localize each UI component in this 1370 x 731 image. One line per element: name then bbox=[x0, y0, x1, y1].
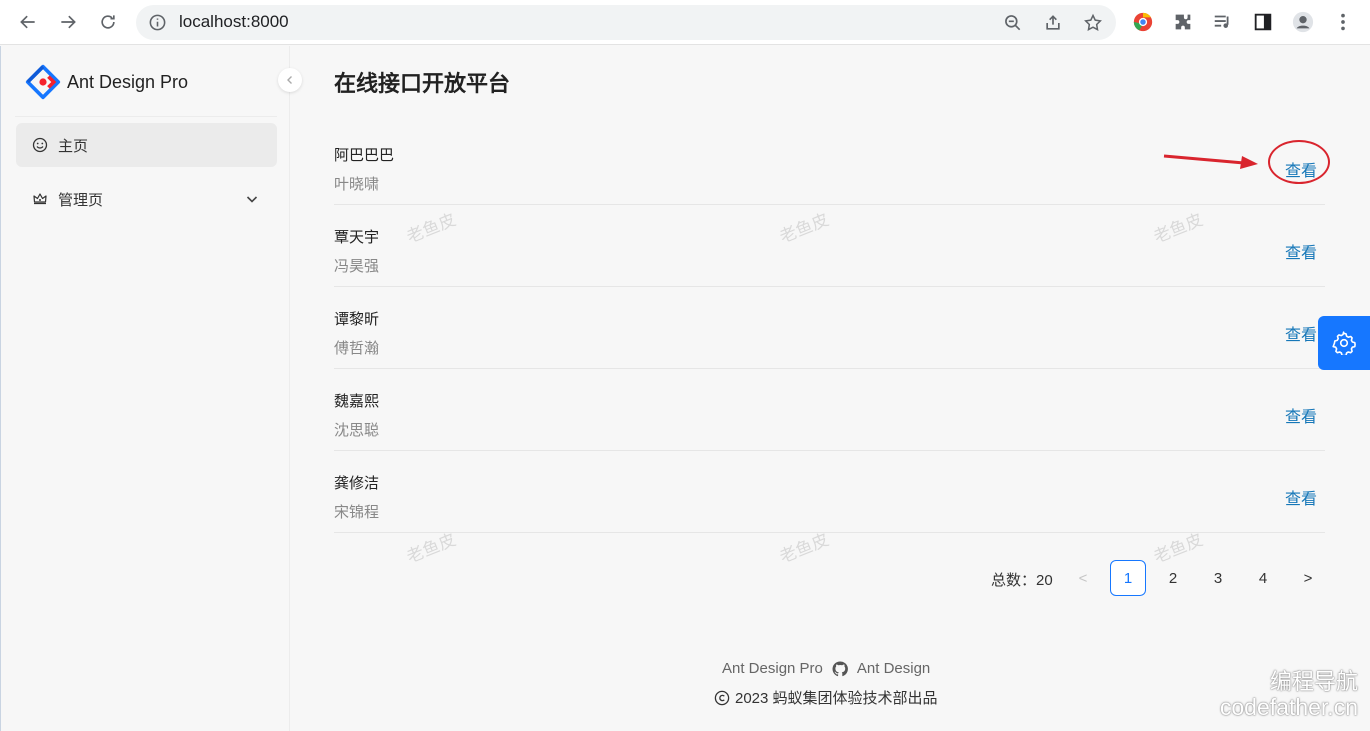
view-link[interactable]: 查看 bbox=[1285, 485, 1317, 509]
pagination-page-3[interactable]: 3 bbox=[1200, 560, 1236, 596]
copyright-text: 2023 蚂蚁集团体验技术部出品 bbox=[735, 690, 938, 707]
chrome-extension-icon[interactable] bbox=[1132, 11, 1154, 33]
list-item-title: 魏嘉熙 bbox=[334, 393, 380, 410]
info-icon[interactable] bbox=[148, 13, 167, 32]
sidebar-item-label: 管理页 bbox=[58, 191, 104, 209]
collapse-sidebar-button[interactable] bbox=[278, 68, 302, 92]
menu-dots-icon[interactable] bbox=[1332, 11, 1354, 33]
pagination-next[interactable]: > bbox=[1290, 560, 1326, 596]
puzzle-icon[interactable] bbox=[1172, 11, 1194, 33]
share-icon[interactable] bbox=[1043, 13, 1063, 33]
reload-icon bbox=[101, 15, 115, 29]
list-item-title: 阿巴巴巴 bbox=[334, 147, 395, 164]
brand-title[interactable]: Ant Design Pro bbox=[67, 72, 188, 93]
url-text[interactable]: localhost:8000 bbox=[179, 12, 289, 32]
crown-icon bbox=[33, 193, 47, 205]
sidebar-item-admin[interactable]: 管理页 bbox=[16, 177, 277, 221]
zoom-icon[interactable] bbox=[1003, 13, 1023, 33]
side-panel-icon[interactable] bbox=[1252, 11, 1274, 33]
list-item-description: 宋锦程 bbox=[334, 504, 380, 521]
pagination-total: 总数：20 bbox=[991, 572, 1053, 589]
gear-icon bbox=[1332, 331, 1356, 355]
sidebar: Ant Design Pro 主页 管理页 bbox=[0, 46, 302, 731]
list-item-title: 龚修洁 bbox=[334, 475, 380, 492]
address-bar[interactable]: localhost:8000 bbox=[136, 5, 1116, 40]
ant-design-logo-icon[interactable] bbox=[25, 64, 61, 100]
list-item: 谭黎昕 傅哲瀚 查看 bbox=[334, 287, 1325, 369]
copyright: 2023 蚂蚁集团体验技术部出品 bbox=[714, 687, 938, 708]
footer-link-ant-design[interactable]: Ant Design bbox=[857, 660, 930, 677]
arrow-right-icon bbox=[61, 15, 76, 29]
list-item-description: 叶晓啸 bbox=[334, 176, 380, 193]
chevron-down-icon bbox=[246, 196, 258, 203]
pagination-page-2[interactable]: 2 bbox=[1155, 560, 1191, 596]
view-link[interactable]: 查看 bbox=[1285, 403, 1317, 427]
list-item-description: 傅哲瀚 bbox=[334, 340, 380, 357]
star-icon[interactable] bbox=[1083, 13, 1103, 33]
chevron-left-icon bbox=[287, 76, 292, 84]
footer-links: Ant Design Pro Ant Design bbox=[722, 660, 930, 677]
sidebar-item-label: 主页 bbox=[58, 137, 89, 155]
list-item-description: 沈思聪 bbox=[334, 422, 380, 439]
forward-button[interactable] bbox=[54, 8, 82, 36]
reload-button[interactable] bbox=[94, 8, 122, 36]
site-watermark-title: 编程导航 bbox=[1269, 669, 1358, 694]
view-link[interactable]: 查看 bbox=[1285, 321, 1317, 345]
settings-drawer-button[interactable] bbox=[1318, 316, 1370, 370]
annotation-arrow bbox=[1163, 154, 1258, 169]
sidebar-divider bbox=[15, 116, 277, 117]
smile-icon bbox=[32, 137, 48, 153]
list-item-title: 谭黎昕 bbox=[334, 311, 380, 328]
arrow-left-icon bbox=[20, 15, 35, 29]
reading-list-icon[interactable] bbox=[1212, 11, 1234, 33]
list-item-title: 覃天宇 bbox=[334, 229, 380, 246]
github-icon[interactable] bbox=[832, 660, 848, 677]
pagination-page-4[interactable]: 4 bbox=[1245, 560, 1281, 596]
profile-icon[interactable] bbox=[1292, 11, 1314, 33]
site-watermark-url: codefather.cn bbox=[1219, 694, 1358, 720]
pagination-page-1[interactable]: 1 bbox=[1110, 560, 1146, 596]
footer-link-ant-design-pro[interactable]: Ant Design Pro bbox=[722, 660, 823, 677]
view-link[interactable]: 查看 bbox=[1285, 239, 1317, 263]
back-button[interactable] bbox=[14, 8, 42, 36]
pagination-prev[interactable]: < bbox=[1065, 560, 1101, 596]
page-title: 在线接口开放平台 bbox=[334, 71, 511, 96]
copyright-icon bbox=[714, 690, 730, 705]
annotation-circle bbox=[1268, 140, 1330, 184]
list-item: 魏嘉熙 沈思聪 查看 bbox=[334, 369, 1325, 451]
sidebar-item-home[interactable]: 主页 bbox=[16, 123, 277, 167]
list-item-description: 冯昊强 bbox=[334, 258, 380, 275]
browser-toolbar: localhost:8000 bbox=[0, 0, 1370, 45]
list-item: 龚修洁 宋锦程 查看 bbox=[334, 451, 1325, 533]
